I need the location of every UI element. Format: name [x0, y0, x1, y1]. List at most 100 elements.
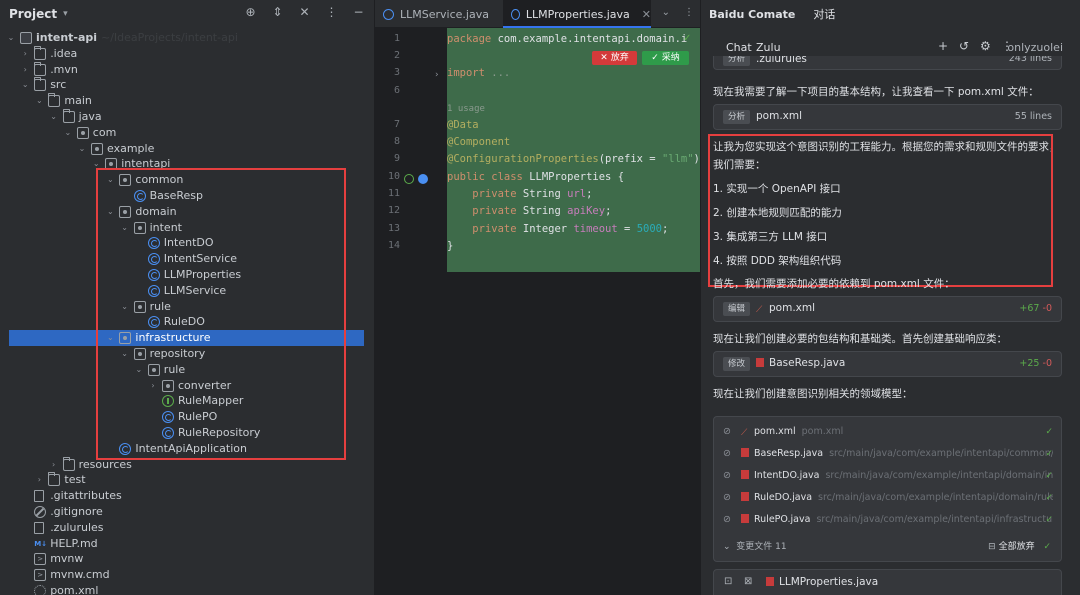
- tree-item-mvn[interactable]: › .mvn: [0, 61, 375, 78]
- tree-item-label: com: [92, 125, 117, 139]
- tree-item-intent-api[interactable]: ⌄ intent-api ~/IdeaProjects/intent-api: [0, 30, 375, 46]
- attach-icon[interactable]: ⊡: [724, 576, 732, 587]
- tab-label: LLMProperties.java: [525, 7, 630, 21]
- tree-item-main[interactable]: ⌄ main: [0, 93, 375, 109]
- changed-file-row[interactable]: ⊘ RulePO.java src/main/java/com/example/in…: [723, 511, 1053, 529]
- chevron-right-icon[interactable]: ›: [20, 62, 30, 78]
- more-icon[interactable]: ⋮: [325, 6, 338, 19]
- code-line[interactable]: @Data: [447, 117, 479, 134]
- card-filename-text: pom.xml: [769, 302, 816, 314]
- tree-item-gitignore[interactable]: .gitignore: [0, 504, 375, 520]
- changed-files-toggle[interactable]: ⌄ 变更文件 11: [723, 539, 787, 552]
- check-icon: ✓: [1045, 427, 1053, 437]
- bean-icon[interactable]: [404, 174, 414, 184]
- diff-plus: +25: [1019, 358, 1040, 369]
- chevron-down-icon[interactable]: ⌄: [662, 7, 670, 18]
- tree-item-test[interactable]: › test: [0, 472, 375, 488]
- chevron-right-icon[interactable]: ›: [49, 457, 59, 473]
- current-file-card[interactable]: ⊡ ⊠ LLMProperties.java: [713, 569, 1062, 595]
- class-icon: [511, 8, 520, 20]
- tab-baidu-comate[interactable]: Baidu Comate: [709, 8, 795, 21]
- chevron-down-icon[interactable]: ⌄: [6, 30, 16, 46]
- line-number: 13: [387, 223, 400, 234]
- diff-stat: +67 -0: [1019, 303, 1052, 314]
- gear-icon[interactable]: ⚙: [980, 39, 991, 53]
- modify-card-baseresp[interactable]: 修改 BaseResp.java +25 -0: [713, 351, 1062, 377]
- history-icon[interactable]: ↺: [959, 39, 969, 53]
- tab-llmproperties[interactable]: LLMProperties.java ✕: [503, 0, 651, 28]
- chevron-down-icon[interactable]: ⌄: [34, 93, 44, 109]
- analysis-card-pom[interactable]: 分析 pom.xml 55 lines: [713, 104, 1062, 130]
- code-line[interactable]: @Component: [447, 134, 510, 151]
- folder-icon: [34, 61, 47, 76]
- locate-icon[interactable]: ⊕: [244, 6, 257, 19]
- xml-file-icon: ⟋: [756, 305, 763, 315]
- tree-item-helpmd[interactable]: M↓ HELP.md: [0, 536, 375, 552]
- reject-button[interactable]: ✕ 放弃: [592, 51, 637, 65]
- file-icon: [34, 490, 45, 503]
- image-icon[interactable]: ⊠: [744, 576, 752, 587]
- chevron-down-icon[interactable]: ⌄: [77, 141, 87, 157]
- highlight-box: [96, 168, 346, 460]
- implementation-icon[interactable]: [418, 174, 428, 184]
- more-icon[interactable]: ⋮: [684, 7, 694, 18]
- chevron-down-icon[interactable]: ⌄: [63, 125, 73, 141]
- close-tab-icon[interactable]: ✕: [642, 8, 651, 21]
- close-icon[interactable]: ✕: [298, 6, 311, 19]
- code-line[interactable]: import ...: [447, 65, 510, 82]
- tab-llmservice[interactable]: LLMService.java: [375, 0, 500, 28]
- chevron-right-icon[interactable]: ›: [34, 472, 44, 488]
- tab-dialog[interactable]: 对话: [813, 6, 835, 22]
- tree-item-gitattributes[interactable]: .gitattributes: [0, 488, 375, 504]
- edit-card-pom[interactable]: 编辑 ⟋ pom.xml +67 -0: [713, 296, 1062, 322]
- changed-file-row[interactable]: ⊘ IntentDO.java src/main/java/com/example/…: [723, 467, 1053, 485]
- tree-item-zulurules[interactable]: .zulurules: [0, 520, 375, 536]
- changed-file-row[interactable]: ⊘ RuleDO.java src/main/java/com/example/in…: [723, 489, 1053, 507]
- project-title[interactable]: Project: [9, 7, 57, 21]
- code-line[interactable]: public class LLMProperties {: [447, 169, 624, 186]
- usage-hint[interactable]: 1 usage: [447, 104, 485, 114]
- java-file-icon: [741, 514, 749, 523]
- changed-file-row[interactable]: ⊘ ⟋ pom.xml pom.xml ✓: [723, 423, 1053, 441]
- changed-files-card: ⊘ ⟋ pom.xml pom.xml ✓ ⊘ BaseResp.java src/main/…: [713, 416, 1062, 562]
- tree-item-idea[interactable]: › .idea: [0, 45, 375, 62]
- code-line[interactable]: @ConfigurationProperties(prefix = "llm"): [447, 151, 700, 168]
- chat-tabs: Baidu Comate 对话: [701, 0, 1080, 28]
- folder-icon: [48, 472, 61, 487]
- code-line[interactable]: 1 usage: [447, 100, 485, 117]
- file-path: src/main/java/com/example/intentapi/infr…: [816, 514, 1053, 525]
- code-line[interactable]: package com.example.intentapi.domain.i: [447, 31, 687, 48]
- tree-item-src[interactable]: ⌄ src: [0, 77, 375, 93]
- code-line[interactable]: private String apiKey;: [447, 203, 611, 220]
- tree-item-example[interactable]: ⌄ example: [0, 141, 375, 157]
- tree-item-mvnwcmd[interactable]: > mvnw.cmd: [0, 567, 375, 583]
- folder-icon: [62, 456, 75, 471]
- tree-item-pomxml[interactable]: pom.xml: [0, 583, 375, 595]
- chevron-right-icon[interactable]: ›: [20, 46, 30, 62]
- minimize-icon[interactable]: −: [352, 6, 365, 19]
- check-icon: ✓: [1045, 515, 1053, 525]
- chat-mode-tab[interactable]: Chat: [726, 41, 752, 54]
- fold-arrow-icon[interactable]: ›: [435, 70, 439, 80]
- chevron-down-icon[interactable]: ⌄: [20, 77, 30, 93]
- analysis-card-zulurules[interactable]: 分析 .zulurules 243 lines: [713, 56, 1062, 70]
- expand-collapse-icon[interactable]: ⇕: [271, 6, 284, 19]
- add-icon[interactable]: +: [938, 39, 948, 53]
- accept-button[interactable]: ✓ 采纳: [642, 51, 689, 65]
- code-line[interactable]: private String url;: [447, 186, 592, 203]
- diff-plus: +67: [1019, 303, 1040, 314]
- tree-item-label: example: [107, 141, 155, 155]
- tree-item-mvnw[interactable]: > mvnw: [0, 551, 375, 567]
- tree-item-com[interactable]: ⌄ com: [0, 125, 375, 141]
- code-line[interactable]: }: [447, 238, 453, 255]
- discard-all-button[interactable]: ⊟ 全部放弃 ✓: [988, 539, 1051, 552]
- code-line[interactable]: private Integer timeout = 5000;: [447, 221, 668, 238]
- chevron-down-icon[interactable]: ▾: [63, 9, 68, 19]
- changed-file-row[interactable]: ⊘ BaseResp.java src/main/java/com/example/…: [723, 445, 1053, 463]
- tree-item-java[interactable]: ⌄ java: [0, 109, 375, 125]
- zulu-mode-tab[interactable]: Zulu: [756, 41, 781, 54]
- card-filename: pom.xml: [756, 110, 803, 122]
- card-linecount: 243 lines: [1008, 56, 1052, 64]
- tree-item-label: .idea: [50, 46, 78, 60]
- chevron-down-icon[interactable]: ⌄: [49, 109, 59, 125]
